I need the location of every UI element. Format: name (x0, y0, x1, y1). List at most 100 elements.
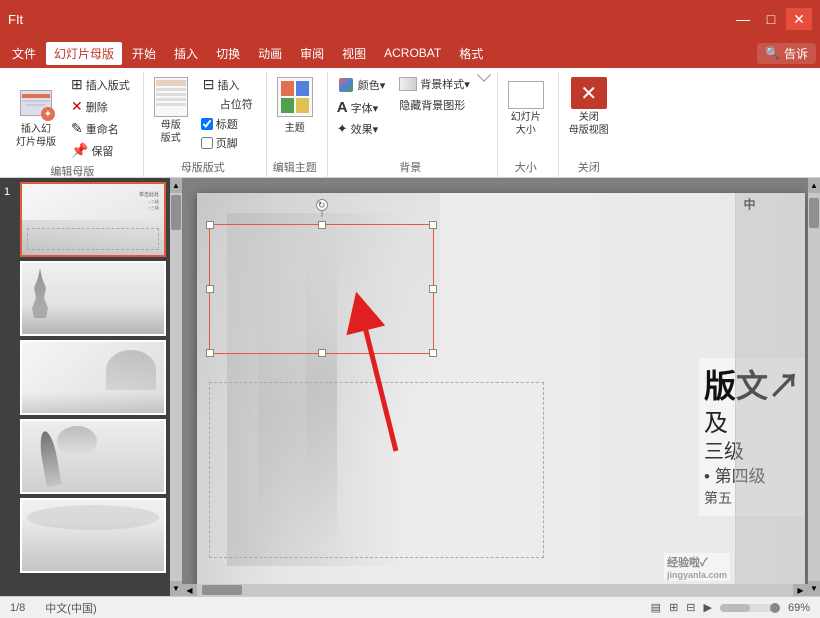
master-layout-label: 母版版式 (161, 119, 181, 145)
preserve-label: 保留 (91, 143, 113, 159)
rename-button[interactable]: ✎ 重命名 (66, 118, 135, 139)
close-button[interactable]: ✕ (786, 8, 812, 30)
right-scrollbar[interactable]: ▲ ▼ (808, 178, 820, 596)
bg-style-label: 背景样式▾ (420, 76, 470, 92)
handle-top-right[interactable] (429, 221, 437, 229)
preserve-button[interactable]: 📌 保留 (66, 140, 135, 161)
menu-slide-master[interactable]: 幻灯片母版 (46, 42, 122, 65)
insert-placeholder-icon: ⊟ (203, 76, 215, 93)
slide-thumb-4[interactable] (20, 419, 166, 494)
slide-size-button[interactable]: 幻灯片大小 (502, 74, 550, 140)
background-expand-icon[interactable] (477, 68, 491, 82)
font-button[interactable]: A 字体▾ (332, 97, 391, 118)
insert-placeholder-button[interactable]: ⊟ 插入 占位符 (198, 74, 258, 114)
ribbon-col-insert-placeholder: ⊟ 插入 占位符 标题 页脚 (198, 74, 258, 152)
effect-button[interactable]: ✦ 效果▾ (332, 119, 391, 139)
ribbon-group-size-content: 幻灯片大小 (502, 74, 550, 157)
bottom-scroll-thumb[interactable] (202, 585, 242, 595)
ribbon-col-layout: ⊞ 插入版式 ✕ 删除 ✎ 重命名 📌 保留 (66, 74, 135, 161)
maximize-button[interactable]: □ (758, 8, 784, 30)
ribbon-group-close-content: ✕ 关闭母版视图 (563, 74, 615, 157)
scroll-bottom-right-button[interactable]: ▶ (793, 584, 808, 596)
theme-label: 主题 (285, 119, 305, 134)
title-checkbox-row[interactable]: 标题 (198, 115, 258, 133)
handle-mid-left[interactable] (206, 285, 214, 293)
view-slide-icon[interactable]: ⊞ (669, 601, 678, 614)
slide-thumb-2[interactable] (20, 261, 166, 336)
title-checkbox[interactable] (201, 118, 213, 130)
scroll-up-button[interactable]: ▲ (170, 178, 182, 193)
ribbon-col-bg-left: 颜色▾ A 字体▾ ✦ 效果▾ (332, 74, 391, 139)
insert-placeholder-label: 插入 (217, 77, 239, 93)
footer-checkbox[interactable] (201, 137, 213, 149)
slide-thumb-wrapper-3: 3 (4, 340, 166, 415)
color-label: 颜色▾ (358, 77, 386, 93)
color-button[interactable]: 颜色▾ (332, 74, 391, 96)
scroll-down-button[interactable]: ▼ (170, 581, 182, 596)
ribbon-group-edit-master: ✦ 插入幻灯片母版 ⊞ 插入版式 ✕ 删除 ✎ 重命名 � (6, 72, 144, 177)
ribbon-group-background-content: 颜色▾ A 字体▾ ✦ 效果▾ 背景样式▾ 隐藏背景图形 (332, 74, 489, 157)
language-indicator: 中文(中国) (45, 600, 96, 616)
footer-checkbox-row[interactable]: 页脚 (198, 134, 258, 152)
close-master-view-button[interactable]: ✕ 关闭母版视图 (563, 74, 615, 140)
theme-button[interactable]: 主题 (271, 74, 319, 137)
menu-file[interactable]: 文件 (4, 42, 44, 65)
slide-thumb-wrapper-2: 2 (4, 261, 166, 336)
insert-slide-master-icon: ✦ (17, 77, 55, 121)
handle-bottom-left[interactable] (206, 349, 214, 357)
delete-label: 删除 (86, 99, 108, 115)
hide-bg-button[interactable]: 隐藏背景图形 (394, 95, 475, 115)
handle-top-left[interactable] (206, 221, 214, 229)
right-scroll-thumb[interactable] (809, 198, 819, 228)
handle-top-mid[interactable] (318, 221, 326, 229)
scroll-right-up-button[interactable]: ▲ (808, 178, 820, 193)
slide-thumb-2-content (22, 263, 164, 334)
menu-bar: 文件 幻灯片母版 开始 插入 切换 动画 审阅 视图 ACROBAT 格式 🔍 … (0, 38, 820, 68)
main-editing-area: ↻ (182, 178, 820, 596)
insert-layout-button[interactable]: ⊞ 插入版式 (66, 74, 135, 95)
minimize-button[interactable]: — (730, 8, 756, 30)
menu-format[interactable]: 格式 (451, 42, 491, 65)
bg-style-button[interactable]: 背景样式▾ (394, 74, 475, 94)
view-controls: ▤ ⊞ ⊟ ▶ 69% (651, 601, 810, 614)
rename-icon: ✎ (71, 120, 83, 137)
insert-slide-master-button[interactable]: ✦ 插入幻灯片母版 (10, 74, 62, 152)
scroll-bottom-left-button[interactable]: ◀ (182, 584, 197, 596)
close-master-label: 关闭母版视图 (569, 111, 609, 137)
zoom-slider[interactable] (720, 604, 780, 612)
selected-image-box[interactable]: ↻ (209, 224, 434, 354)
slide-thumb-5[interactable] (20, 498, 166, 573)
slide-thumb-1[interactable]: 单击此处 • 二级 • 三级 (20, 182, 166, 257)
slide-thumb-3[interactable] (20, 340, 166, 415)
menu-start[interactable]: 开始 (124, 42, 164, 65)
handle-bottom-right[interactable] (429, 349, 437, 357)
menu-review[interactable]: 审阅 (292, 42, 332, 65)
search-label: 告诉 (784, 45, 808, 62)
view-reading-icon[interactable]: ⊟ (686, 601, 695, 614)
ribbon-group-background-label: 背景 (332, 157, 489, 175)
scroll-thumb[interactable] (171, 195, 181, 230)
title-checkbox-label: 标题 (216, 116, 238, 132)
handle-bottom-mid[interactable] (318, 349, 326, 357)
delete-button[interactable]: ✕ 删除 (66, 96, 135, 117)
menu-animation[interactable]: 动画 (250, 42, 290, 65)
rotation-handle[interactable]: ↻ (316, 199, 328, 211)
menu-view[interactable]: 视图 (334, 42, 374, 65)
bottom-scrollbar[interactable]: ◀ ▶ (182, 584, 808, 596)
menu-switch[interactable]: 切换 (208, 42, 248, 65)
menu-acrobat[interactable]: ACROBAT (376, 43, 449, 63)
slide-thumb-3-content (22, 342, 164, 413)
master-layout-button[interactable]: 母版版式 (148, 74, 194, 148)
insert-slide-master-label: 插入幻灯片母版 (16, 123, 56, 149)
vertical-scrollbar[interactable]: ▲ ▼ (170, 178, 182, 596)
view-slideshow-icon[interactable]: ▶ (704, 601, 712, 614)
ribbon-group-theme-label: 编辑主题 (271, 157, 319, 175)
scroll-right-down-button[interactable]: ▼ (808, 581, 820, 596)
footer-checkbox-label: 页脚 (216, 135, 238, 151)
menu-insert[interactable]: 插入 (166, 42, 206, 65)
handle-mid-right[interactable] (429, 285, 437, 293)
watermark-subtext: jingyanla.com (667, 570, 727, 580)
menu-search[interactable]: 🔍 告诉 (757, 43, 816, 64)
view-normal-icon[interactable]: ▤ (651, 601, 661, 614)
effect-label: 效果▾ (351, 121, 379, 137)
